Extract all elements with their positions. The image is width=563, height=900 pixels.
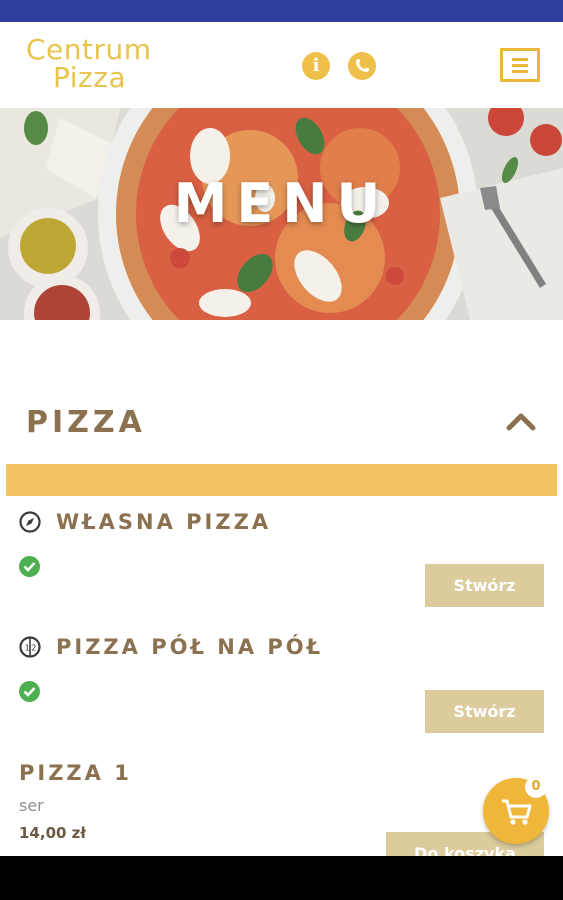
logo-line-1: Centrum [26,33,152,66]
logo-line-2: Pizza [53,61,127,94]
create-button[interactable]: Stwórz [425,564,544,607]
item-price: 14,00 zł [19,824,86,842]
hero-banner: MENU [0,108,563,320]
section-title-pizza[interactable]: PIZZA [26,405,146,440]
item-title-pizza-pol-na-pol: PIZZA PÓŁ NA PÓŁ [56,635,324,659]
item-title-wlasna-pizza: WŁASNA PIZZA [56,510,272,534]
section-accent-bar [6,464,557,496]
hero-title: MENU [173,172,390,235]
status-bar [0,0,563,22]
compass-icon [19,511,41,533]
check-icon [19,556,40,577]
info-icon[interactable]: i [302,52,330,80]
logo[interactable]: Centrum Pizza [26,36,186,92]
item-description: ser [19,796,44,815]
phone-icon[interactable] [348,52,376,80]
svg-text:1: 1 [25,644,30,653]
app-header: Centrum Pizza i [0,22,563,108]
cart-count-badge: 0 [525,776,547,798]
item-title-pizza-1: PIZZA 1 [19,761,132,785]
half-half-icon: 12 [19,636,41,658]
create-button[interactable]: Stwórz [425,690,544,733]
system-navigation-bar [0,856,563,900]
svg-text:2: 2 [31,644,36,653]
check-icon [19,681,40,702]
hamburger-menu-button[interactable] [500,48,540,82]
chevron-up-icon[interactable] [506,410,536,434]
